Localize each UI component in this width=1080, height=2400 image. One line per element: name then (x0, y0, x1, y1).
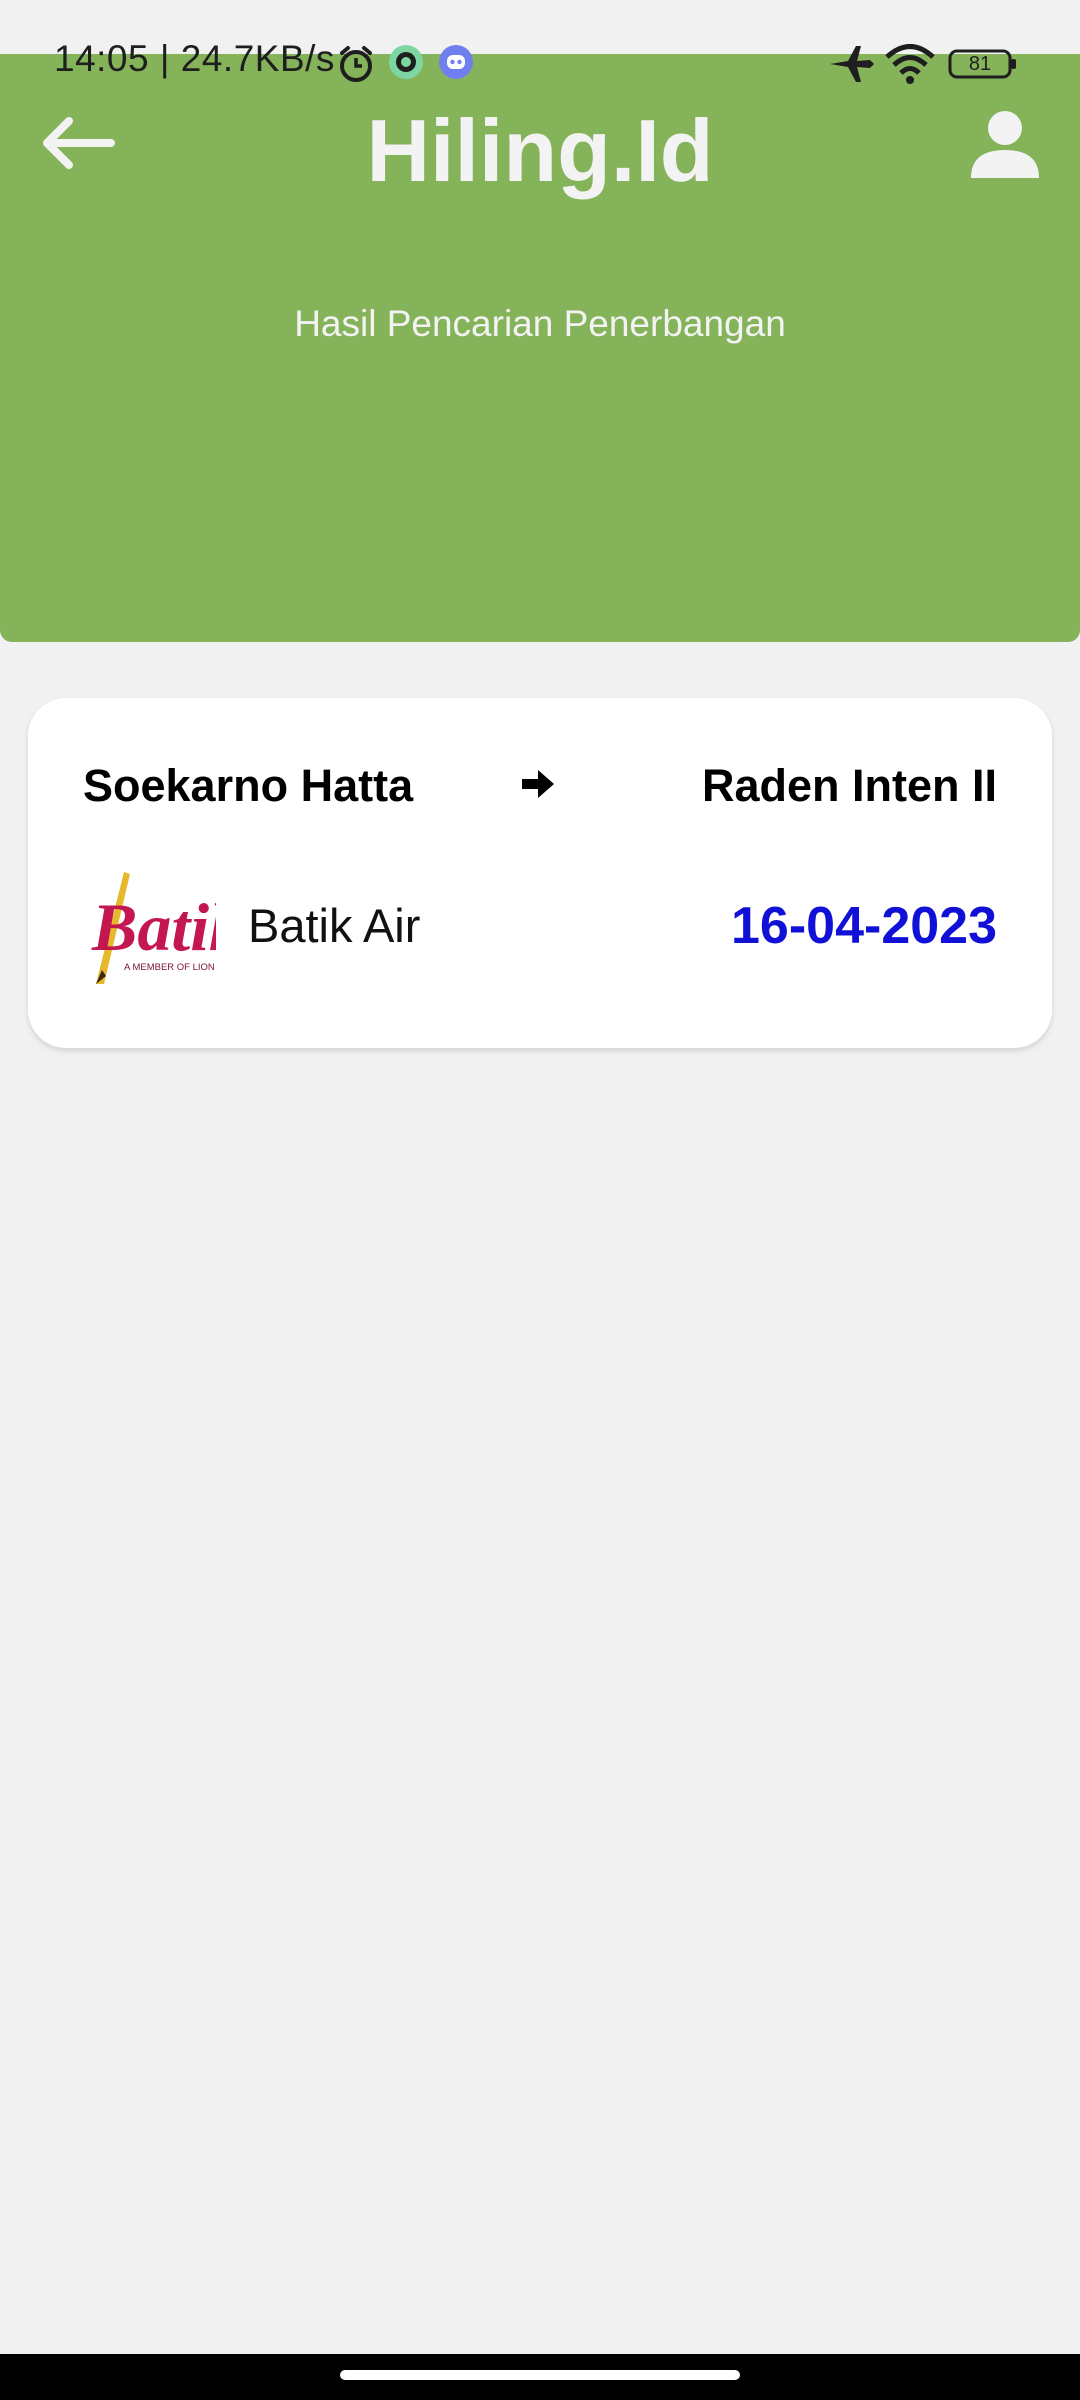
page-subtitle: Hasil Pencarian Penerbangan (294, 303, 786, 344)
status-time: 14:05 | 24.7KB/s (54, 38, 335, 79)
airline-name: Batik Air (248, 899, 421, 952)
person-icon (969, 108, 1041, 185)
destination-airport: Raden Inten II (701, 760, 997, 811)
flight-result-card[interactable]: Soekarno Hatta Raden Inten II Batik A ME… (28, 698, 1052, 1048)
chat-app-icon (388, 44, 424, 85)
discord-icon (438, 44, 474, 85)
arrow-right-icon (520, 768, 556, 805)
flight-date: 16-04-2023 (731, 897, 997, 955)
origin-airport: Soekarno Hatta (83, 760, 414, 811)
airline-logo-text: Batik (91, 889, 216, 965)
home-indicator[interactable] (340, 2370, 740, 2380)
profile-button[interactable] (960, 106, 1050, 186)
app-title: Hiling.Id (366, 101, 714, 200)
alarm-icon (336, 44, 376, 89)
battery-level: 81 (968, 53, 992, 75)
airline-logo-tagline: A MEMBER OF LION GROUP (124, 962, 216, 973)
navigation-bar (0, 2354, 1080, 2400)
airplane-mode-icon (828, 44, 874, 89)
airline-logo: Batik A MEMBER OF LION GROUP (84, 866, 252, 988)
battery-icon: 81 (948, 48, 1018, 85)
wifi-icon (884, 44, 936, 89)
